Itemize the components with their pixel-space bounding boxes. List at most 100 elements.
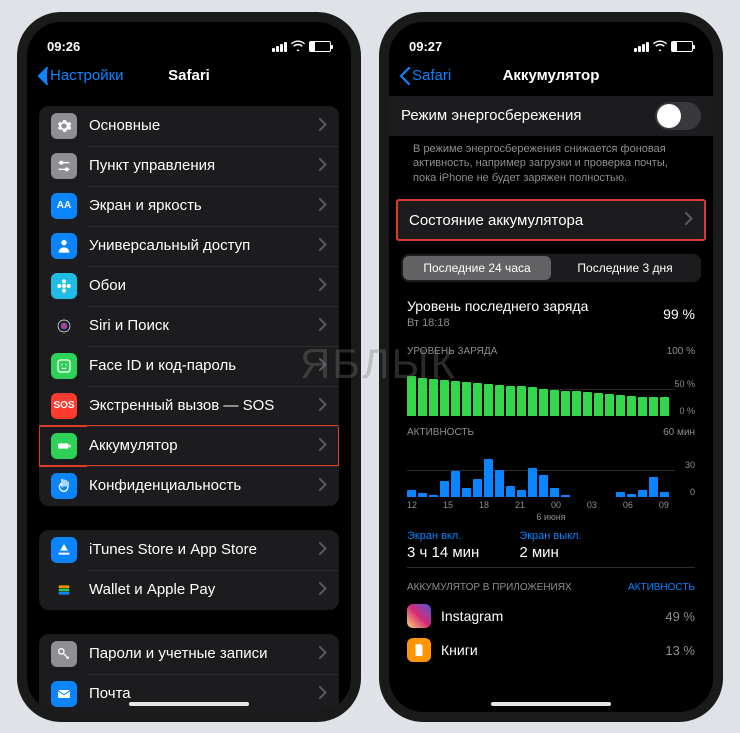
chevron-right-icon: [319, 198, 327, 214]
app-name: Книги: [441, 642, 665, 658]
status-time: 09:27: [409, 39, 442, 54]
SOS-icon: SOS: [51, 393, 77, 419]
chevron-right-icon: [319, 118, 327, 134]
wallet-icon: [51, 577, 77, 603]
low-power-row[interactable]: Режим энергосбережения: [389, 96, 713, 136]
siri-icon: [51, 313, 77, 339]
wifi-icon: [653, 40, 667, 54]
chevron-right-icon: [319, 358, 327, 374]
chevron-right-icon: [319, 686, 327, 702]
chevron-right-icon: [319, 438, 327, 454]
chevron-right-icon: [319, 278, 327, 294]
apps-activity-link[interactable]: АКТИВНОСТЬ: [628, 582, 695, 593]
AA-icon: AA: [51, 193, 77, 219]
battery-icon: [671, 41, 693, 52]
phone-right: 09:27 Safari Аккумулятор Режим энергосбе…: [379, 12, 723, 722]
settings-row-обои[interactable]: Обои: [39, 266, 339, 306]
chevron-right-icon: [319, 318, 327, 334]
settings-row-siri-и-поиск[interactable]: Siri и Поиск: [39, 306, 339, 346]
signal-icon: [272, 42, 287, 52]
app-row[interactable]: Книги13 %: [389, 633, 713, 667]
row-label: Face ID и код-пароль: [89, 357, 319, 374]
charge-chart: 50 %0 %: [407, 361, 695, 417]
status-time: 09:26: [47, 39, 80, 54]
row-label: Основные: [89, 117, 319, 134]
low-power-label: Режим энергосбережения: [401, 107, 655, 124]
chevron-right-icon: [319, 238, 327, 254]
chevron-right-icon: [319, 646, 327, 662]
battery-health-row[interactable]: Состояние аккумулятора: [397, 200, 705, 240]
row-label: Пароли и учетные записи: [89, 645, 319, 662]
row-label: Пункт управления: [89, 157, 319, 174]
settings-row-пароли-и-учетные-записи[interactable]: Пароли и учетные записи: [39, 634, 339, 674]
apps-section-label: АККУМУЛЯТОР В ПРИЛОЖЕНИЯХ АКТИВНОСТЬ: [389, 568, 713, 599]
time-range-segmented[interactable]: Последние 24 часа Последние 3 дня: [401, 254, 701, 282]
hand-icon: [51, 473, 77, 499]
row-label: Почта: [89, 685, 319, 702]
app-row[interactable]: Instagram49 %: [389, 599, 713, 633]
settings-row-пункт-управления[interactable]: Пункт управления: [39, 146, 339, 186]
seg-24h[interactable]: Последние 24 часа: [403, 256, 551, 280]
settings-row-универсальный-доступ[interactable]: Универсальный доступ: [39, 226, 339, 266]
chevron-right-icon: [319, 542, 327, 558]
activity-section-label: АКТИВНОСТЬ60 мин: [389, 417, 713, 442]
row-label: Wallet и Apple Pay: [89, 581, 319, 598]
phone-left: 09:26 Настройки Safari Основные Пункт упр…: [17, 12, 361, 722]
row-label: Универсальный доступ: [89, 237, 319, 254]
faceid-icon: [51, 353, 77, 379]
switches-icon: [51, 153, 77, 179]
person-icon: [51, 233, 77, 259]
row-label: Аккумулятор: [89, 437, 319, 454]
settings-row-экран-и-яркость[interactable]: AA Экран и яркость: [39, 186, 339, 226]
notch: [471, 22, 631, 48]
battery-health-label: Состояние аккумулятора: [409, 212, 685, 229]
last-charge-row: Уровень последнего заряда Вт 18:18 99 %: [389, 292, 713, 336]
seg-3d[interactable]: Последние 3 дня: [551, 256, 699, 280]
page-title: Аккумулятор: [389, 67, 713, 84]
screen-time: Экран вкл.3 ч 14 мин Экран выкл.2 мин: [407, 530, 695, 561]
app-pct: 49 %: [665, 609, 695, 624]
settings-row-wallet-и-apple-pay[interactable]: Wallet и Apple Pay: [39, 570, 339, 610]
row-label: Siri и Поиск: [89, 317, 319, 334]
nav-bar: Safari Аккумулятор: [389, 56, 713, 96]
home-indicator[interactable]: [129, 702, 249, 706]
settings-row-конфиденциальность[interactable]: Конфиденциальность: [39, 466, 339, 506]
nav-bar: Настройки Safari: [27, 56, 351, 96]
last-charge-sub: Вт 18:18: [407, 317, 663, 330]
chevron-right-icon: [685, 212, 693, 228]
chevron-right-icon: [319, 478, 327, 494]
charge-section-label: УРОВЕНЬ ЗАРЯДА100 %: [389, 336, 713, 361]
chevron-right-icon: [319, 582, 327, 598]
app-icon: [407, 604, 431, 628]
settings-row-почта[interactable]: Почта: [39, 674, 339, 712]
gear-icon: [51, 113, 77, 139]
row-label: Обои: [89, 277, 319, 294]
notch: [109, 22, 269, 48]
app-pct: 13 %: [665, 643, 695, 658]
home-indicator[interactable]: [491, 702, 611, 706]
settings-row-face-id-и-код-пароль[interactable]: Face ID и код-пароль: [39, 346, 339, 386]
signal-icon: [634, 42, 649, 52]
row-label: Экстренный вызов — SOS: [89, 397, 319, 414]
last-charge-label: Уровень последнего заряда: [407, 298, 588, 314]
app-name: Instagram: [441, 608, 665, 624]
settings-row-экстренный-вызов-sos[interactable]: SOS Экстренный вызов — SOS: [39, 386, 339, 426]
app-icon: [407, 638, 431, 662]
low-power-toggle[interactable]: [655, 102, 701, 130]
battery-icon: [309, 41, 331, 52]
settings-row-основные[interactable]: Основные: [39, 106, 339, 146]
row-label: iTunes Store и App Store: [89, 541, 319, 558]
screen-off: Экран выкл.2 мин: [519, 530, 581, 561]
page-title: Safari: [27, 67, 351, 84]
settings-row-itunes-store-и-app-store[interactable]: iTunes Store и App Store: [39, 530, 339, 570]
chart-x-labels: 1215182100030609: [407, 500, 669, 510]
chart-x-caption: 6 июня: [389, 512, 713, 522]
low-power-footer: В режиме энергосбережения снижается фоно…: [389, 136, 713, 187]
chevron-right-icon: [319, 398, 327, 414]
chevron-right-icon: [319, 158, 327, 174]
flower-icon: [51, 273, 77, 299]
settings-row-аккумулятор[interactable]: Аккумулятор: [39, 426, 339, 466]
mail-icon: [51, 681, 77, 707]
activity-chart: 300: [407, 442, 695, 498]
row-label: Экран и яркость: [89, 197, 319, 214]
